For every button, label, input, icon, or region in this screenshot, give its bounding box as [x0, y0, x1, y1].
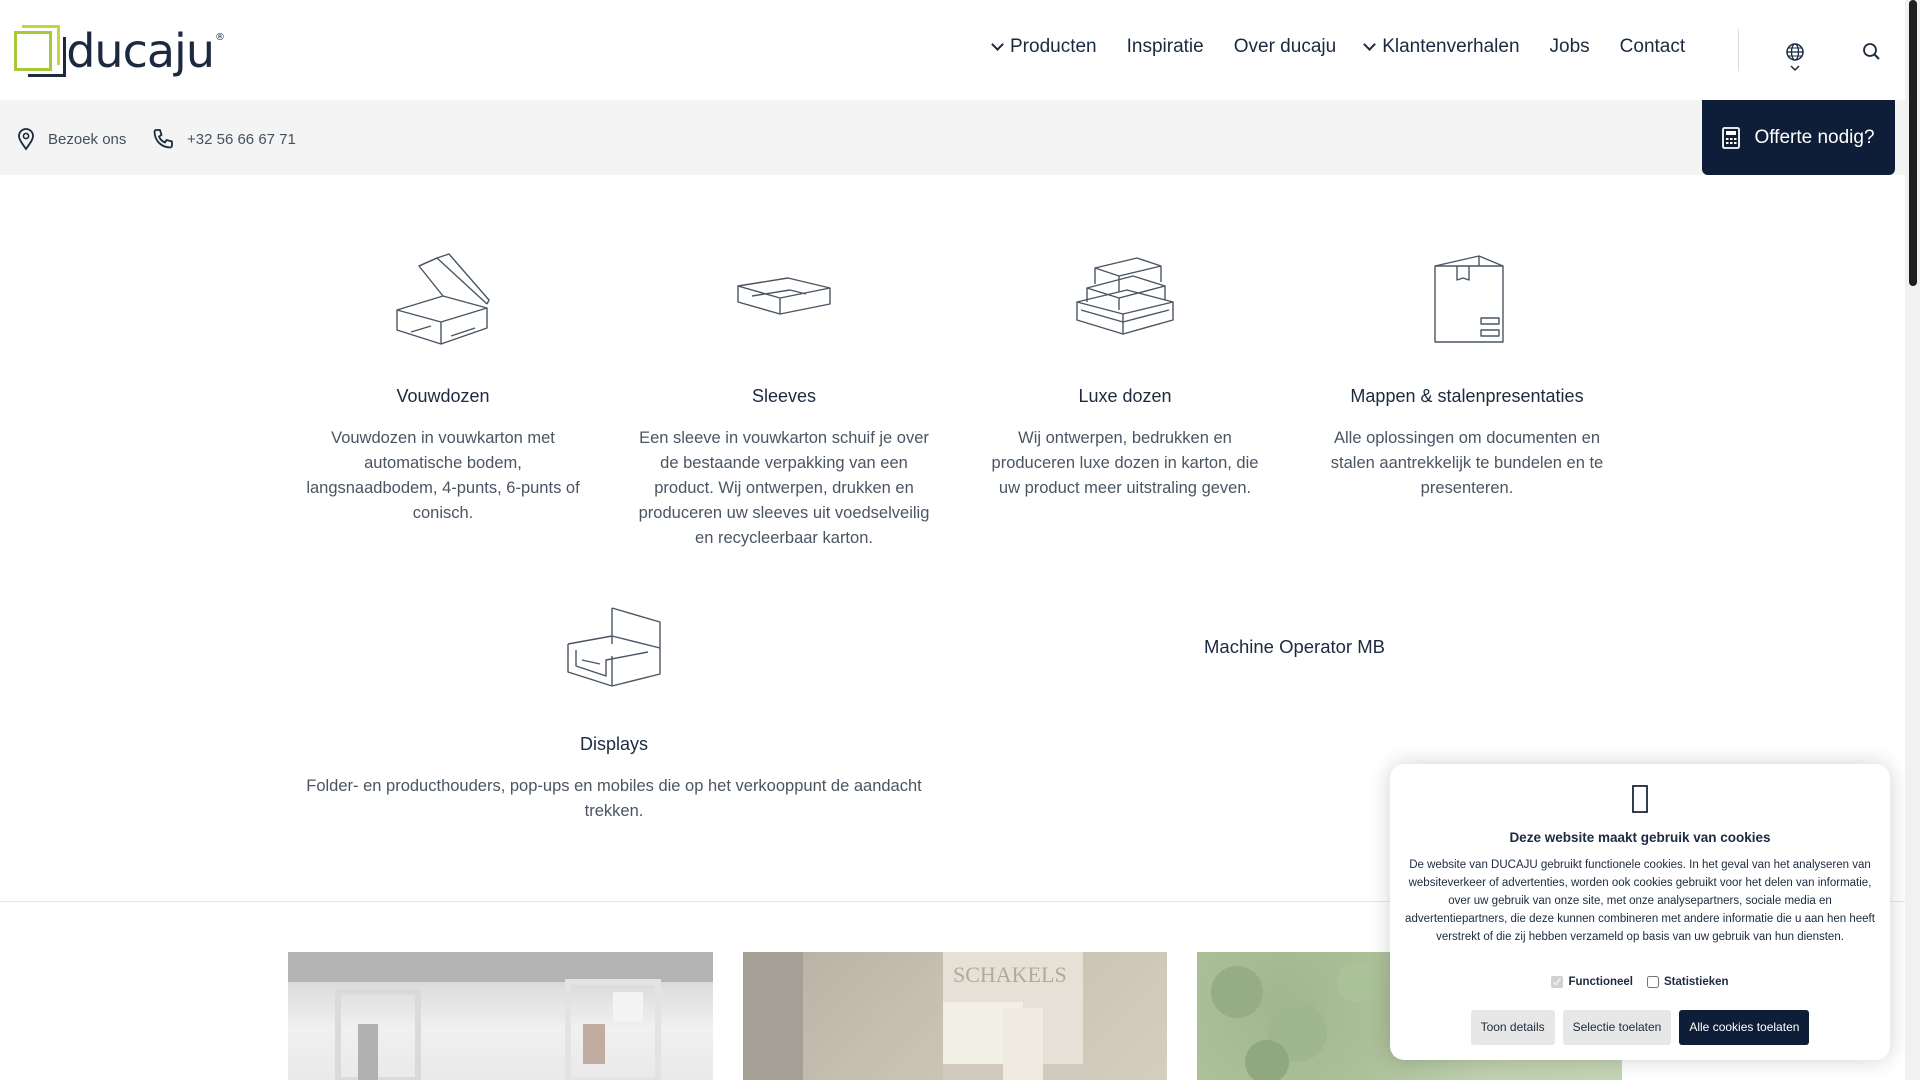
- allow-all-cookies-button[interactable]: Alle cookies toelaten: [1679, 1010, 1810, 1045]
- product-card-sleeves[interactable]: Sleeves Een sleeve in vouwkarton schuif …: [636, 252, 932, 552]
- product-description: Alle oplossingen om documenten en stalen…: [1330, 429, 1604, 497]
- sleeve-icon: [737, 277, 831, 315]
- visit-us-label: Bezoek ons: [48, 130, 127, 148]
- cookie-options: Functioneel Statistieken: [1390, 976, 1890, 988]
- product-title: Mappen & stalenpresentaties: [1350, 386, 1584, 406]
- product-description: Wij ontwerpen, bedrukken en produceren l…: [991, 429, 1259, 497]
- functional-label: Functioneel: [1568, 976, 1633, 988]
- nav-divider: [1738, 29, 1739, 71]
- cookie-text: De website van DUCAJU gebruikt functione…: [1405, 859, 1875, 943]
- search-icon: [1863, 43, 1880, 60]
- product-description: Een sleeve in vouwkarton schuif je over …: [638, 429, 930, 547]
- visit-us-link[interactable]: Bezoek ons: [16, 127, 126, 151]
- cookie-buttons: Toon details Selectie toelaten Alle cook…: [1390, 1010, 1890, 1045]
- quote-button[interactable]: Offerte nodig?: [1702, 100, 1895, 175]
- site-header: ducaju® Producten Inspiratie Over ducaju…: [0, 0, 1905, 100]
- nav-item-klantenverhalen[interactable]: Klantenverhalen: [1363, 36, 1520, 58]
- stacked-boxes-icon: [1076, 257, 1174, 335]
- functional-checkbox[interactable]: [1551, 976, 1564, 988]
- contact-bar: Bezoek ons +32 56 66 67 71: [0, 100, 1905, 175]
- nav-item-over-ducaju[interactable]: Over ducaju: [1234, 36, 1336, 58]
- cookie-banner: Deze website maakt gebruik van cookies D…: [1390, 764, 1890, 1060]
- show-details-button[interactable]: Toon details: [1470, 1010, 1555, 1045]
- statistics-checkbox[interactable]: [1646, 976, 1659, 988]
- main-nav: Producten Inspiratie Over ducaju Klanten…: [991, 36, 1685, 58]
- page-scrollbar[interactable]: [1905, 0, 1920, 1080]
- folder-presentation-icon: [1434, 255, 1504, 343]
- cookie-title: Deze website maakt gebruik van cookies: [1509, 830, 1771, 845]
- statistics-option[interactable]: Statistieken: [1646, 976, 1729, 988]
- product-description: Vouwdozen in vouwkarton met automatische…: [306, 429, 580, 522]
- logo-text: ducaju®: [66, 24, 225, 78]
- nav-item-producten[interactable]: Producten: [991, 36, 1097, 58]
- folding-box-icon: [396, 253, 490, 345]
- product-card-displays[interactable]: Displays Folder- en producthouders, pop-…: [298, 604, 930, 844]
- statistics-label: Statistieken: [1663, 976, 1729, 988]
- inspiration-image-posters[interactable]: SCHAKELS: [743, 952, 1167, 1080]
- phone-label: +32 56 66 67 71: [187, 130, 296, 148]
- product-title: Vouwdozen: [396, 386, 490, 406]
- search-button[interactable]: [1862, 42, 1882, 62]
- product-title: Displays: [579, 734, 649, 754]
- nav-item-contact[interactable]: Contact: [1620, 36, 1685, 58]
- chevron-down-icon: [991, 37, 1004, 51]
- language-switcher[interactable]: [1784, 42, 1806, 76]
- display-stand-icon: [567, 607, 661, 687]
- map-pin-icon: [18, 128, 34, 151]
- globe-icon: [1786, 43, 1804, 72]
- phone-icon: [153, 129, 173, 149]
- job-title-link[interactable]: Machine Operator MB: [1204, 636, 1385, 658]
- page: ducaju® Producten Inspiratie Over ducaju…: [0, 0, 1920, 1080]
- allow-selection-button[interactable]: Selectie toelaten: [1562, 1010, 1672, 1045]
- product-card-mappen[interactable]: Mappen & stalenpresentaties Alle oplossi…: [1326, 252, 1608, 532]
- inspiration-image-interior[interactable]: [288, 952, 713, 1080]
- logo-mark-icon: [14, 21, 66, 81]
- nav-item-jobs[interactable]: Jobs: [1550, 36, 1590, 58]
- product-title: Luxe dozen: [1078, 386, 1172, 406]
- phone-link[interactable]: +32 56 66 67 71: [151, 127, 296, 151]
- chevron-down-icon: [1363, 37, 1377, 51]
- scrollbar-thumb[interactable]: [1909, 0, 1917, 286]
- calculator-icon: [1722, 126, 1741, 149]
- product-card-luxe-dozen[interactable]: Luxe dozen Wij ontwerpen, bedrukken en p…: [984, 252, 1266, 532]
- quote-label: Offerte nodig?: [1754, 126, 1875, 148]
- product-title: Sleeves: [751, 386, 817, 406]
- cookie-placeholder-icon: [1632, 785, 1648, 813]
- product-description: Folder- en producthouders, pop-ups en mo…: [306, 777, 922, 820]
- ducaju-logo[interactable]: ducaju®: [14, 16, 225, 86]
- functional-option[interactable]: Functioneel: [1551, 976, 1633, 988]
- nav-item-inspiratie[interactable]: Inspiratie: [1127, 36, 1204, 58]
- product-card-vouwdozen[interactable]: Vouwdozen Vouwdozen in vouwkarton met au…: [298, 252, 588, 532]
